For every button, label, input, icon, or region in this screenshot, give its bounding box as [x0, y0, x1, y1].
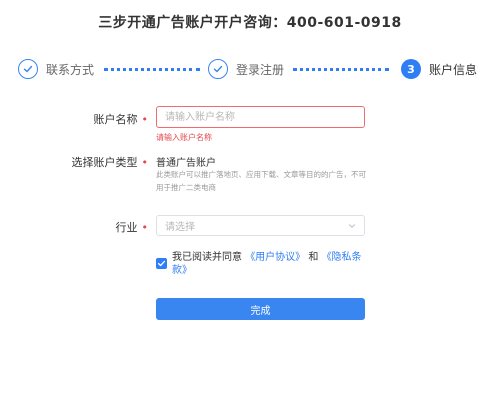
step-number-badge: 3 — [401, 59, 421, 79]
agreement-checkbox[interactable] — [156, 258, 167, 269]
step-label: 联系方式 — [46, 62, 95, 77]
user-agreement-link[interactable]: 《用户协议》 — [245, 252, 305, 263]
check-icon — [157, 260, 166, 267]
steps-bar: 联系方式 登录注册 3 账户信息 — [0, 58, 500, 80]
agreement-and: 和 — [308, 252, 319, 263]
check-icon — [18, 59, 38, 79]
chevron-down-icon — [349, 224, 355, 228]
step-login: 登录注册 — [208, 58, 284, 80]
required-mark: • — [141, 113, 149, 126]
account-name-label: 账户名称 • — [94, 111, 149, 127]
account-name-error: 请输入账户名称 — [156, 133, 212, 142]
industry-select-placeholder: 请选择 — [165, 222, 195, 233]
submit-button[interactable]: 完成 — [156, 298, 365, 320]
industry-label: 行业 • — [116, 219, 149, 235]
agreement-text: 我已阅读并同意 《用户协议》 和 《隐私条款》 — [172, 251, 366, 277]
account-type-description: 此类账户可以推广落地页、应用下载、文章等目的的广告，不可用于推广二类电商 — [156, 170, 366, 192]
account-type-value[interactable]: 普通广告账户 — [156, 154, 216, 169]
industry-select[interactable]: 请选择 — [156, 215, 365, 236]
required-mark: • — [141, 156, 149, 169]
step-contact: 联系方式 — [18, 58, 94, 80]
agreement-prefix: 我已阅读并同意 — [172, 252, 242, 263]
page-title: 三步开通广告账户开户咨询：400-601-0918 — [98, 15, 402, 31]
step-connector — [293, 68, 389, 71]
industry-label-text: 行业 — [115, 221, 138, 234]
step-label: 登录注册 — [236, 62, 285, 77]
account-type-label: 选择账户类型 • — [72, 154, 149, 170]
step-label: 账户信息 — [429, 62, 478, 77]
step-connector — [104, 68, 200, 71]
account-name-input[interactable] — [156, 106, 365, 128]
required-mark: • — [141, 221, 149, 234]
account-type-label-text: 选择账户类型 — [71, 156, 138, 169]
step-account-info: 3 账户信息 — [401, 58, 477, 80]
check-icon — [208, 59, 228, 79]
account-name-label-text: 账户名称 — [93, 113, 138, 126]
